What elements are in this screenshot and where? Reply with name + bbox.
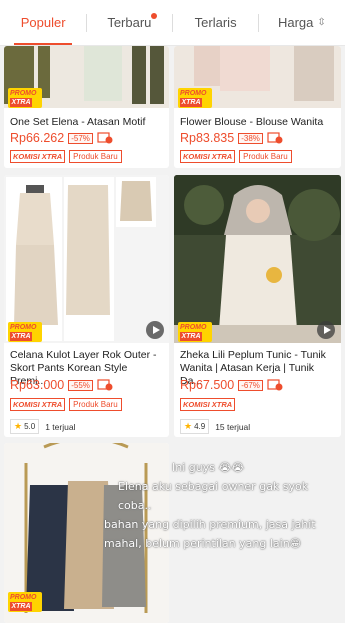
promo-label: XTRA bbox=[180, 98, 202, 107]
tab-harga[interactable]: Harga ⇳ bbox=[259, 0, 345, 45]
promo-label: PROMO bbox=[180, 324, 207, 331]
promo-label: PROMO bbox=[10, 594, 37, 601]
promo-label: PROMO bbox=[10, 90, 37, 97]
discount-badge: -67% bbox=[238, 379, 263, 391]
promo-label: XTRA bbox=[10, 332, 32, 341]
produk-baru-badge: Produk Baru bbox=[239, 150, 292, 163]
caption-line: Ini guys 😭😭 bbox=[172, 461, 245, 474]
sold-count: 15 terjual bbox=[215, 421, 251, 432]
product-image bbox=[174, 175, 341, 343]
product-title: Flower Blouse - Blouse Wanita bbox=[180, 116, 324, 128]
price-row: Rp66.262 -57% bbox=[10, 131, 163, 145]
badge-row: KOMISI XTRA bbox=[180, 398, 236, 411]
product-card[interactable]: PROMO XTRA Celana Kulot Layer Rok Outer -… bbox=[4, 175, 169, 437]
promo-label: PROMO bbox=[10, 324, 37, 331]
video-play-icon[interactable] bbox=[146, 321, 164, 339]
tab-terlaris[interactable]: Terlaris bbox=[173, 0, 259, 45]
new-dot-indicator bbox=[150, 13, 157, 19]
badge-row: KOMISI XTRA Produk Baru bbox=[180, 150, 292, 163]
komisi-xtra-badge: KOMISI XTRA bbox=[180, 150, 236, 163]
product-price: Rp83.835 bbox=[180, 131, 235, 145]
price-row: Rp67.500 -67% bbox=[180, 378, 335, 392]
sort-tabs: Populer Terbaru Terlaris Harga ⇳ bbox=[0, 0, 345, 46]
video-play-icon[interactable] bbox=[317, 321, 335, 339]
discount-badge: -55% bbox=[68, 379, 93, 391]
badge-row: KOMISI XTRA Produk Baru bbox=[10, 398, 122, 411]
product-image bbox=[4, 175, 169, 343]
sort-arrows-icon: ⇳ bbox=[317, 17, 326, 28]
product-price: Rp67.500 bbox=[180, 378, 235, 392]
cod-icon bbox=[97, 379, 114, 391]
tab-label: Populer bbox=[20, 15, 66, 30]
produk-baru-badge: Produk Baru bbox=[69, 150, 122, 163]
promo-xtra-badge: PROMO XTRA bbox=[8, 88, 42, 108]
product-title: One Set Elena - Atasan Motif bbox=[10, 116, 146, 128]
product-card[interactable]: PROMO XTRA One Set Elena - Atasan Motif R… bbox=[4, 46, 169, 168]
tab-divider bbox=[258, 14, 259, 32]
komisi-xtra-badge: KOMISI XTRA bbox=[180, 398, 236, 411]
promo-label: PROMO bbox=[180, 90, 207, 97]
sold-count: 1 terjual bbox=[45, 421, 76, 432]
product-price: Rp63.000 bbox=[10, 378, 65, 392]
promo-label: XTRA bbox=[10, 98, 32, 107]
promo-xtra-badge: PROMO XTRA bbox=[178, 88, 212, 108]
komisi-xtra-badge: KOMISI XTRA bbox=[10, 150, 66, 163]
rating-value: 4.9 bbox=[194, 422, 206, 431]
price-row: Rp63.000 -55% bbox=[10, 378, 163, 392]
rating-badge: ★ 4.9 bbox=[180, 419, 210, 434]
product-card[interactable]: PROMO XTRA Flower Blouse - Blouse Wanita … bbox=[174, 46, 341, 168]
star-icon: ★ bbox=[14, 421, 23, 431]
rating-badge: ★ 5.0 bbox=[10, 419, 40, 434]
promo-xtra-badge: PROMO XTRA bbox=[8, 322, 42, 342]
product-price: Rp66.262 bbox=[10, 131, 65, 145]
cod-icon bbox=[267, 132, 284, 144]
rating-row: ★ 5.0 1 terjual bbox=[10, 419, 75, 434]
video-caption-overlay: Ini guys 😭😭 Elena aku sebagai owner gak … bbox=[104, 458, 336, 553]
cod-icon bbox=[267, 379, 284, 391]
price-row: Rp83.835 -38% bbox=[180, 131, 335, 145]
tab-terbaru[interactable]: Terbaru bbox=[86, 0, 172, 45]
tab-label: Terlaris bbox=[194, 15, 237, 30]
star-icon: ★ bbox=[184, 421, 193, 431]
tab-label: Harga bbox=[277, 15, 314, 30]
discount-badge: -38% bbox=[238, 132, 263, 144]
rating-value: 5.0 bbox=[24, 422, 36, 431]
promo-label: XTRA bbox=[10, 602, 32, 611]
promo-label: XTRA bbox=[180, 332, 202, 341]
promo-xtra-badge: PROMO XTRA bbox=[178, 322, 212, 342]
product-card[interactable]: PROMO XTRA Zheka Lili Peplum Tunic - Tuni… bbox=[174, 175, 341, 437]
badge-row: KOMISI XTRA Produk Baru bbox=[10, 150, 122, 163]
tab-divider bbox=[86, 14, 87, 32]
produk-baru-badge: Produk Baru bbox=[69, 398, 122, 411]
tab-populer[interactable]: Populer bbox=[0, 0, 86, 45]
cod-icon bbox=[97, 132, 114, 144]
rating-row: ★ 4.9 15 terjual bbox=[180, 419, 250, 434]
discount-badge: -57% bbox=[68, 132, 93, 144]
caption-line: Elena aku sebagai owner gak syok coba.. bbox=[118, 480, 309, 512]
promo-xtra-badge: PROMO XTRA bbox=[8, 592, 42, 612]
komisi-xtra-badge: KOMISI XTRA bbox=[10, 398, 66, 411]
caption-line: bahan yang dipilih premium, jasa jahit m… bbox=[104, 518, 316, 550]
tab-label: Terbaru bbox=[107, 15, 152, 30]
tab-divider bbox=[172, 14, 173, 32]
